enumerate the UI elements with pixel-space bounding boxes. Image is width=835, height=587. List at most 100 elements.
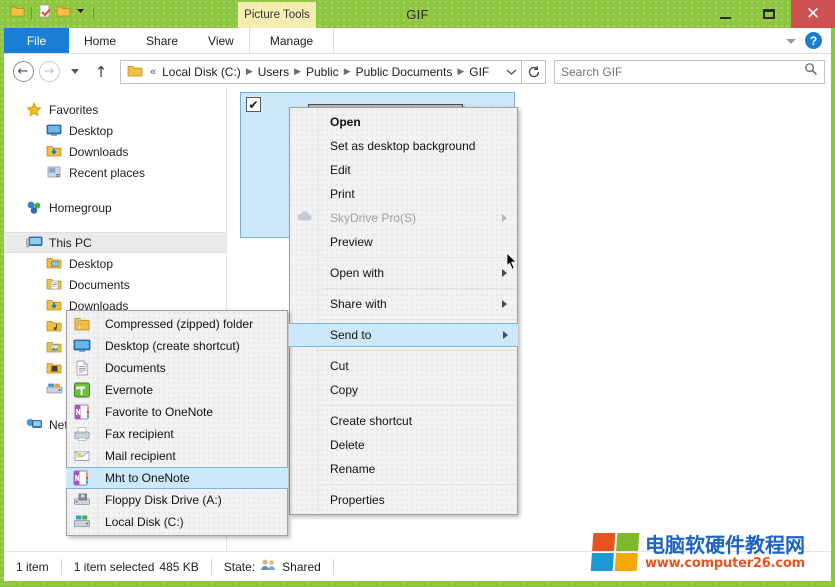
menu-item-open[interactable]: Open xyxy=(290,110,517,134)
refresh-button[interactable] xyxy=(522,60,546,84)
sidebar-item-favorites[interactable]: Favorites xyxy=(4,99,226,120)
menu-item-label: Set as desktop background xyxy=(330,139,475,153)
videos-folder-icon xyxy=(46,361,63,377)
local-disk-icon xyxy=(73,514,91,530)
sidebar-item-documents[interactable]: Documents xyxy=(4,274,226,295)
submenu-item-favorite-to-onenote[interactable]: Favorite to OneNote xyxy=(67,401,287,423)
submenu-item-label: Favorite to OneNote xyxy=(105,405,213,419)
menu-item-rename[interactable]: Rename xyxy=(290,457,517,481)
menu-item-label: Share with xyxy=(330,297,387,311)
menu-separator xyxy=(322,288,517,289)
menu-item-open-with[interactable]: Open with xyxy=(290,261,517,285)
breadcrumb-item-3[interactable]: Public Documents xyxy=(353,65,456,79)
breadcrumb-item-0[interactable]: Local Disk (C:) xyxy=(159,65,244,79)
menu-item-print[interactable]: Print xyxy=(290,182,517,206)
address-dropdown-icon[interactable] xyxy=(503,63,519,81)
up-button[interactable]: ↑ xyxy=(88,59,114,85)
sidebar-item-homegroup[interactable]: Homegroup xyxy=(4,197,226,218)
status-state: State: Shared xyxy=(212,559,333,575)
menu-item-label: Copy xyxy=(330,383,358,397)
breadcrumb-separator-icon[interactable]: ▶ xyxy=(292,67,303,77)
desktop-icon xyxy=(73,338,91,354)
submenu-item-label: Evernote xyxy=(105,383,153,397)
minimize-button[interactable] xyxy=(703,0,747,28)
submenu-item-mht-to-onenote[interactable]: Mht to OneNote xyxy=(66,467,288,489)
sidebar-item-desktop-pc[interactable]: Desktop xyxy=(4,253,226,274)
submenu-item-floppy-disk-drive-a[interactable]: Floppy Disk Drive (A:) xyxy=(67,489,287,511)
menu-item-set-as-desktop-background[interactable]: Set as desktop background xyxy=(290,134,517,158)
mouse-cursor xyxy=(506,252,518,275)
help-icon[interactable]: ? xyxy=(805,32,822,49)
menu-item-cut[interactable]: Cut xyxy=(290,354,517,378)
menu-item-delete[interactable]: Delete xyxy=(290,433,517,457)
contextual-tab-picture-tools[interactable]: Picture Tools xyxy=(238,2,316,28)
menu-item-properties[interactable]: Properties xyxy=(290,488,517,512)
documents-icon xyxy=(73,360,91,376)
mail-icon xyxy=(73,448,91,464)
sidebar-item-this-pc[interactable]: This PC xyxy=(4,232,226,253)
menu-item-label: Rename xyxy=(330,462,375,476)
chevron-down-icon[interactable] xyxy=(786,39,796,44)
forward-button[interactable]: → xyxy=(36,59,62,85)
breadcrumb-separator-icon[interactable]: ▶ xyxy=(342,67,353,77)
back-button[interactable]: ← xyxy=(10,59,36,85)
submenu-item-documents[interactable]: Documents xyxy=(67,357,287,379)
floppy-drive-icon xyxy=(73,492,91,508)
submenu-item-fax-recipient[interactable]: Fax recipient xyxy=(67,423,287,445)
submenu-item-label: Fax recipient xyxy=(105,427,174,441)
breadcrumb-separator-icon[interactable]: ▶ xyxy=(455,67,466,77)
downloads-folder-icon xyxy=(46,144,63,160)
search-icon[interactable] xyxy=(804,62,818,81)
tab-home[interactable]: Home xyxy=(69,28,131,53)
menu-separator xyxy=(322,350,517,351)
menu-item-edit[interactable]: Edit xyxy=(290,158,517,182)
tab-view[interactable]: View xyxy=(193,28,249,53)
menu-item-share-with[interactable]: Share with xyxy=(290,292,517,316)
homegroup-icon xyxy=(26,200,43,216)
submenu-item-label: Documents xyxy=(105,361,166,375)
menu-item-label: Send to xyxy=(330,328,371,342)
context-menu: Open Set as desktop background Edit Prin… xyxy=(289,107,518,515)
tab-file[interactable]: File xyxy=(4,28,69,53)
breadcrumb-item-4[interactable]: GIF xyxy=(466,65,492,79)
menu-item-send-to[interactable]: Send to xyxy=(289,323,518,347)
onenote-icon xyxy=(72,470,90,486)
tab-share[interactable]: Share xyxy=(131,28,193,53)
sidebar-item-label: Downloads xyxy=(69,145,128,159)
fax-icon xyxy=(73,426,91,442)
breadcrumb-overflow[interactable]: « xyxy=(147,66,159,78)
maximize-button[interactable] xyxy=(747,0,791,28)
ribbon-tab-strip: File Home Share View Manage ? xyxy=(4,28,831,54)
search-box[interactable] xyxy=(554,60,825,84)
submenu-item-label: Floppy Disk Drive (A:) xyxy=(105,493,222,507)
submenu-item-local-disk-c[interactable]: Local Disk (C:) xyxy=(67,511,287,533)
watermark-url: www.computer26.com xyxy=(645,556,805,571)
submenu-item-mail-recipient[interactable]: Mail recipient xyxy=(67,445,287,467)
sidebar-item-desktop[interactable]: Desktop xyxy=(4,120,226,141)
menu-item-copy[interactable]: Copy xyxy=(290,378,517,402)
search-input[interactable] xyxy=(561,65,804,79)
submenu-item-label: Desktop (create shortcut) xyxy=(105,339,240,353)
menu-item-preview[interactable]: Preview xyxy=(290,230,517,254)
breadcrumb[interactable]: « Local Disk (C:) ▶ Users ▶ Public ▶ Pub… xyxy=(120,60,522,84)
submenu-item-label: Mail recipient xyxy=(105,449,176,463)
breadcrumb-separator-icon[interactable]: ▶ xyxy=(244,67,255,77)
menu-item-label: Preview xyxy=(330,235,373,249)
breadcrumb-item-2[interactable]: Public xyxy=(303,65,342,79)
submenu-item-desktop-create-shortcut[interactable]: Desktop (create shortcut) xyxy=(67,335,287,357)
menu-item-label: Print xyxy=(330,187,355,201)
menu-item-create-shortcut[interactable]: Create shortcut xyxy=(290,409,517,433)
submenu-item-compressed-zipped-folder[interactable]: Compressed (zipped) folder xyxy=(67,313,287,335)
item-checkbox[interactable]: ✔ xyxy=(246,97,261,112)
tab-manage[interactable]: Manage xyxy=(249,28,334,53)
status-selection-size: 485 KB xyxy=(159,560,198,574)
sidebar-item-recent-places[interactable]: Recent places xyxy=(4,162,226,183)
sidebar-item-downloads[interactable]: Downloads xyxy=(4,141,226,162)
submenu-item-evernote[interactable]: Evernote xyxy=(67,379,287,401)
recent-locations-button[interactable] xyxy=(62,59,88,85)
close-button[interactable]: ✕ xyxy=(791,0,835,28)
breadcrumb-item-1[interactable]: Users xyxy=(255,65,292,79)
status-selection: 1 item selected 485 KB xyxy=(62,559,211,575)
watermark-site-name: 电脑软硬件教程网 xyxy=(645,534,805,556)
window-controls: ✕ xyxy=(703,0,835,28)
